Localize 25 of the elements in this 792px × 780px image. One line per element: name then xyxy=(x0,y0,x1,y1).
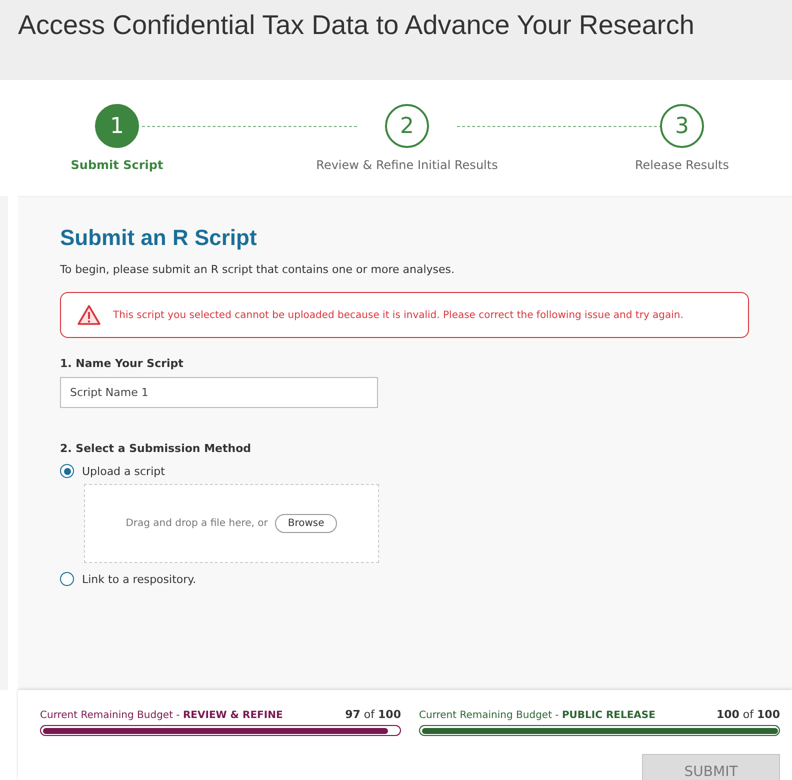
warning-icon xyxy=(77,304,101,326)
browse-button[interactable]: Browse xyxy=(274,514,338,533)
error-message: This script you selected cannot be uploaded because it is invalid. Please correct the following issue and try again. xyxy=(113,310,684,320)
step-label: Review & Refine Initial Results xyxy=(316,158,498,172)
budget-reading: 100 of 100 xyxy=(716,708,780,721)
field-label: 1. Name Your Script xyxy=(60,357,184,370)
form-title: Submit an R Script xyxy=(60,225,258,251)
radio-button[interactable] xyxy=(60,464,74,478)
radio-label: Upload a script xyxy=(82,464,165,478)
intro-text: To begin, please submit an R script that contains one or more analyses. xyxy=(60,263,456,276)
budget-reading: 97 of 100 xyxy=(345,708,401,721)
radio-button[interactable] xyxy=(60,572,74,586)
field-label: 2. Select a Submission Method xyxy=(60,442,252,455)
drop-zone-text: Drag and drop a file here, or xyxy=(126,518,268,529)
budget-label: Current Remaining Budget - PUBLIC RELEASE xyxy=(419,710,656,721)
step-label: Release Results xyxy=(634,158,730,172)
page-title: Access Confidential Tax Data to Advance Your Research xyxy=(18,10,696,41)
input-field[interactable]: Script Name 1 xyxy=(60,377,378,408)
step-circle[interactable]: 1 xyxy=(95,104,139,148)
drop-zone[interactable]: Drag and drop a file here, or Browse xyxy=(84,484,379,563)
step-circle[interactable]: 2 xyxy=(385,104,429,148)
step-circle[interactable]: 3 xyxy=(660,104,704,148)
step-label: Submit Script xyxy=(70,158,164,172)
radio-label: Link to a respository. xyxy=(82,572,196,586)
budget-label: Current Remaining Budget - REVIEW & REFINE xyxy=(40,710,283,721)
